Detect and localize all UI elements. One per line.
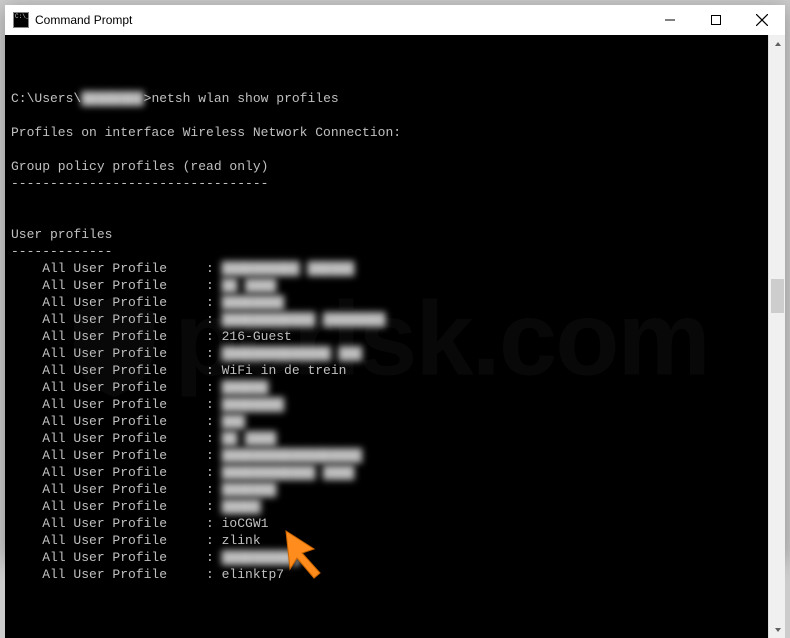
terminal-output[interactable]: pcrisk.com C:\Users\████████>netsh wlan … — [5, 35, 768, 638]
minimize-button[interactable] — [647, 5, 693, 35]
close-button[interactable] — [739, 5, 785, 35]
maximize-button[interactable] — [693, 5, 739, 35]
cmd-icon — [13, 12, 29, 28]
vertical-scrollbar[interactable] — [768, 35, 785, 638]
scroll-up-icon[interactable] — [769, 35, 786, 52]
client-area: pcrisk.com C:\Users\████████>netsh wlan … — [5, 35, 785, 638]
command-prompt-window: Command Prompt pcrisk.com C:\Users\█████… — [5, 5, 785, 558]
pointer-arrow-icon — [280, 491, 340, 597]
window-title: Command Prompt — [35, 13, 132, 27]
scroll-thumb[interactable] — [771, 279, 784, 313]
terminal-text: C:\Users\████████>netsh wlan show profil… — [11, 91, 401, 582]
titlebar[interactable]: Command Prompt — [5, 5, 785, 35]
scroll-down-icon[interactable] — [769, 621, 786, 638]
